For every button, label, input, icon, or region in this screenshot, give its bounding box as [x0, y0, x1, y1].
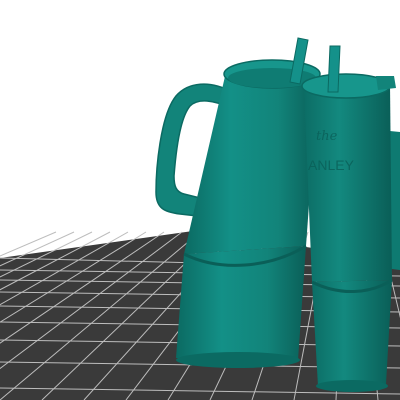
tumbler-right-straw: [327, 45, 341, 93]
tumbler-right-base: [312, 280, 392, 386]
tumbler-right-bottom: [316, 380, 388, 392]
tumbler-left-base: [176, 246, 306, 360]
tumbler-right-body: [304, 84, 392, 282]
tumbler-right[interactable]: the ANLEY: [301, 45, 400, 392]
3d-viewport[interactable]: the ANLEY: [0, 0, 400, 400]
tumbler-right-emboss-line2: ANLEY: [308, 157, 355, 173]
tumbler-right-emboss-line1: the: [316, 129, 338, 144]
tumbler-left-bottom: [176, 352, 300, 368]
tumbler-right-lid-knob: [376, 76, 396, 90]
tumbler-left[interactable]: [155, 37, 321, 368]
scene-canvas[interactable]: the ANLEY: [0, 0, 400, 400]
